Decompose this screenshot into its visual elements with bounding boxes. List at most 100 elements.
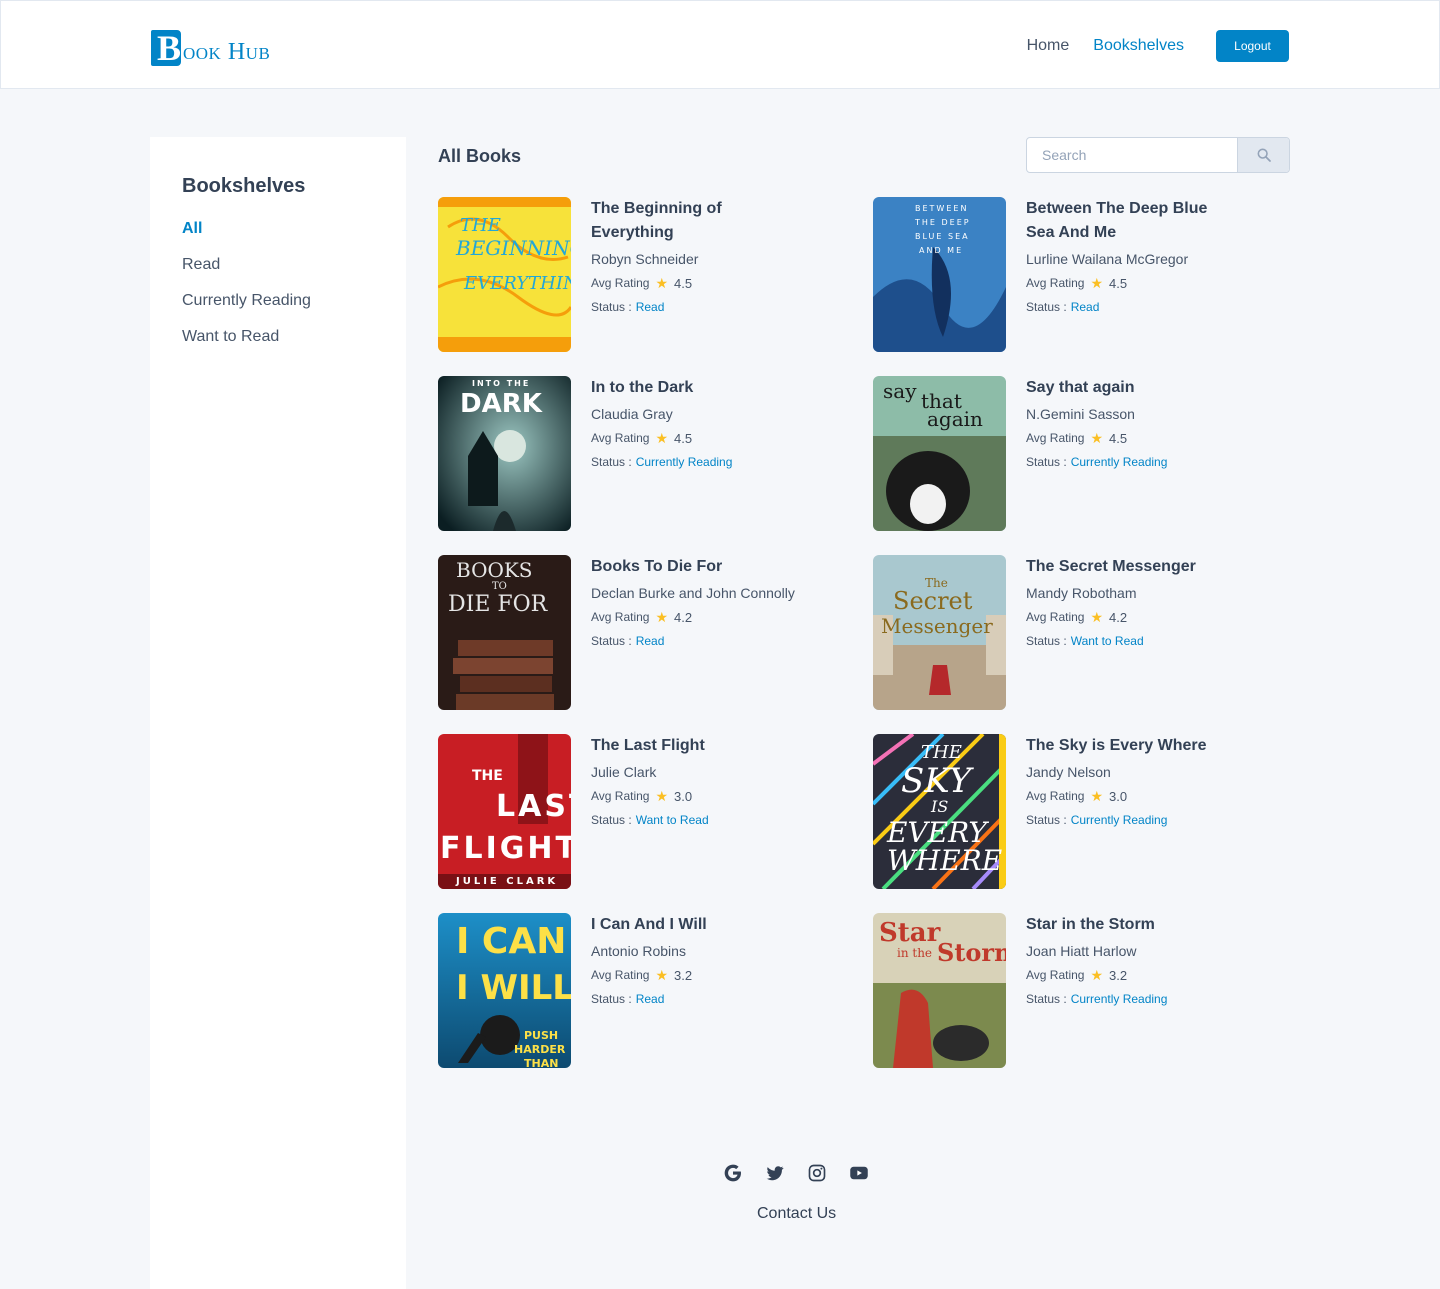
search-icon xyxy=(1257,148,1271,162)
svg-text:EVERYTHING: EVERYTHING xyxy=(463,273,571,294)
book-cover[interactable]: Star in the Storm xyxy=(873,913,1006,1068)
book-status: Status : Currently Reading xyxy=(1026,455,1168,469)
book-title[interactable]: Star in the Storm xyxy=(1026,913,1236,937)
sidebar-item-want-to-read[interactable]: Want to Read xyxy=(182,327,311,363)
book-item[interactable]: INTO THE DARK In to the Dark Claudia Gra… xyxy=(438,376,873,531)
svg-text:Storm: Storm xyxy=(937,938,1006,967)
svg-text:Messenger: Messenger xyxy=(881,614,993,638)
book-cover[interactable]: BOOKS TO DIE FOR xyxy=(438,555,571,710)
book-cover[interactable]: BETWEEN THE DEEP BLUE SEA AND ME xyxy=(873,197,1006,352)
star-icon: ★ xyxy=(1090,608,1104,625)
twitter-icon[interactable] xyxy=(765,1163,785,1183)
search-button[interactable] xyxy=(1237,138,1289,172)
google-icon[interactable] xyxy=(723,1163,743,1183)
book-title[interactable]: The Beginning of Everything xyxy=(591,197,801,245)
svg-text:again: again xyxy=(927,407,983,431)
instagram-icon[interactable] xyxy=(807,1163,827,1183)
svg-text:THE: THE xyxy=(921,742,962,763)
book-author: Mandy Robotham xyxy=(1026,585,1137,601)
sidebar-item-all[interactable]: All xyxy=(182,219,311,255)
book-author: Antonio Robins xyxy=(591,943,686,959)
svg-text:BOOKS: BOOKS xyxy=(456,558,533,582)
book-title[interactable]: The Secret Messenger xyxy=(1026,555,1236,579)
sidebar-item-currently-reading[interactable]: Currently Reading xyxy=(182,291,311,327)
sidebar-item-read[interactable]: Read xyxy=(182,255,311,291)
book-item[interactable]: BOOKS TO DIE FOR Books To Die For Declan… xyxy=(438,555,873,710)
book-rating: Avg Rating ★ 4.5 xyxy=(1026,274,1128,291)
svg-text:I CAN: I CAN xyxy=(456,921,566,962)
book-status: Status : Read xyxy=(591,634,665,648)
svg-text:in the: in the xyxy=(897,946,932,960)
svg-text:FLIGHT: FLIGHT xyxy=(440,831,571,866)
logout-button[interactable]: Logout xyxy=(1216,30,1289,62)
book-status: Status : Want to Read xyxy=(1026,634,1144,648)
star-icon: ★ xyxy=(1090,274,1104,291)
svg-text:PUSH: PUSH xyxy=(524,1029,558,1042)
book-rating: Avg Rating ★ 4.5 xyxy=(1026,429,1128,446)
book-logo-icon: B xyxy=(151,26,181,68)
book-status: Status : Currently Reading xyxy=(591,455,733,469)
book-item[interactable]: say that again Say that again N.Gemini S… xyxy=(873,376,1290,531)
svg-text:JULIE CLARK: JULIE CLARK xyxy=(455,876,558,887)
bookhub-logo[interactable]: B ook Hub xyxy=(151,24,271,68)
book-author: Claudia Gray xyxy=(591,406,673,422)
book-title[interactable]: I Can And I Will xyxy=(591,913,801,937)
svg-text:WHERE: WHERE xyxy=(887,844,1002,877)
svg-text:I WILL: I WILL xyxy=(456,968,571,1008)
shelf-filter-list: All Read Currently Reading Want to Read xyxy=(182,219,311,363)
book-item[interactable]: THE BEGINNING EVERYTHING The Beginning o… xyxy=(438,197,873,352)
book-item[interactable]: The Secret Messenger The Secret Messenge… xyxy=(873,555,1290,710)
logo-text: ook Hub xyxy=(183,39,271,65)
nav-bookshelves-link[interactable]: Bookshelves xyxy=(1093,30,1184,62)
book-author: Joan Hiatt Harlow xyxy=(1026,943,1137,959)
svg-text:AND ME: AND ME xyxy=(919,246,963,255)
book-item[interactable]: I CAN I WILL PUSH HARDER THAN I Can And … xyxy=(438,913,873,1068)
book-title[interactable]: Say that again xyxy=(1026,376,1236,400)
book-rating: Avg Rating ★ 3.0 xyxy=(591,787,693,804)
book-cover[interactable]: I CAN I WILL PUSH HARDER THAN xyxy=(438,913,571,1068)
svg-text:say: say xyxy=(883,379,917,403)
svg-text:Star: Star xyxy=(879,918,941,948)
book-item[interactable]: THE SKY IS EVERY WHERE The Sky is Every … xyxy=(873,734,1290,889)
book-cover[interactable]: INTO THE DARK xyxy=(438,376,571,531)
book-item[interactable]: THE LAST FLIGHT JULIE CLARK The Last Fli… xyxy=(438,734,873,889)
social-links xyxy=(723,1163,869,1183)
sidebar-title: Bookshelves xyxy=(182,175,306,197)
star-icon: ★ xyxy=(655,429,669,446)
book-title[interactable]: The Last Flight xyxy=(591,734,801,758)
book-title[interactable]: The Sky is Every Where xyxy=(1026,734,1236,758)
book-cover[interactable]: The Secret Messenger xyxy=(873,555,1006,710)
svg-text:LAST: LAST xyxy=(496,789,571,824)
nav-home-link[interactable]: Home xyxy=(1027,30,1070,62)
book-item[interactable]: Star in the Storm Star in the Storm Joan… xyxy=(873,913,1290,1068)
svg-text:BLUE SEA: BLUE SEA xyxy=(915,232,970,241)
svg-text:DARK: DARK xyxy=(460,389,543,419)
book-title[interactable]: In to the Dark xyxy=(591,376,801,400)
book-rating: Avg Rating ★ 4.2 xyxy=(591,608,693,625)
top-nav: Home Bookshelves Logout xyxy=(1003,30,1289,62)
book-cover[interactable]: THE LAST FLIGHT JULIE CLARK xyxy=(438,734,571,889)
book-rating: Avg Rating ★ 3.2 xyxy=(1026,966,1128,983)
book-rating: Avg Rating ★ 4.5 xyxy=(591,429,693,446)
search-input[interactable] xyxy=(1027,138,1237,172)
book-rating: Avg Rating ★ 3.2 xyxy=(591,966,693,983)
book-rating: Avg Rating ★ 4.2 xyxy=(1026,608,1128,625)
book-status: Status : Currently Reading xyxy=(1026,992,1168,1006)
book-status: Status : Read xyxy=(1026,300,1100,314)
star-icon: ★ xyxy=(1090,787,1104,804)
star-icon: ★ xyxy=(655,608,669,625)
book-cover[interactable]: THE BEGINNING EVERYTHING xyxy=(438,197,571,352)
book-title[interactable]: Between The Deep Blue Sea And Me xyxy=(1026,197,1236,245)
star-icon: ★ xyxy=(1090,966,1104,983)
book-cover[interactable]: say that again xyxy=(873,376,1006,531)
book-cover[interactable]: THE SKY IS EVERY WHERE xyxy=(873,734,1006,889)
youtube-icon[interactable] xyxy=(849,1163,869,1183)
contact-us-link[interactable]: Contact Us xyxy=(757,1205,836,1223)
book-author: Robyn Schneider xyxy=(591,251,699,267)
svg-text:BETWEEN: BETWEEN xyxy=(915,204,968,213)
svg-text:TO: TO xyxy=(492,581,507,592)
book-list: THE BEGINNING EVERYTHING The Beginning o… xyxy=(438,197,1290,1068)
book-title[interactable]: Books To Die For xyxy=(591,555,801,579)
svg-text:HARDER: HARDER xyxy=(514,1043,566,1056)
book-item[interactable]: BETWEEN THE DEEP BLUE SEA AND ME Between… xyxy=(873,197,1290,352)
